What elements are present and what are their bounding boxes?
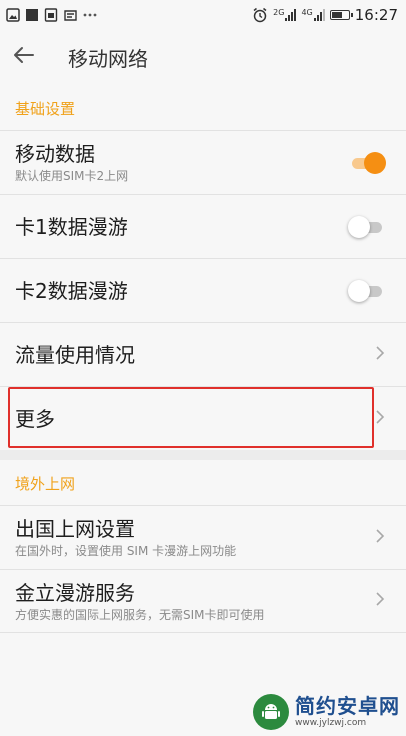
chevron-right-icon bbox=[374, 409, 386, 429]
sim-notification-icon bbox=[44, 8, 58, 22]
section-separator bbox=[0, 450, 406, 460]
signal-sim1-icon: 2G bbox=[273, 8, 297, 21]
section-header-overseas: 境外上网 bbox=[15, 474, 76, 493]
image-notification-icon bbox=[6, 8, 20, 22]
network-type-2: 4G bbox=[301, 8, 313, 17]
roaming-service-row[interactable]: 金立漫游服务 方便实惠的国际上网服务，无需SIM卡即可使用 bbox=[0, 569, 406, 633]
mobile-data-row[interactable]: 移动数据 默认使用SIM卡2上网 bbox=[0, 130, 406, 194]
battery-icon bbox=[329, 10, 353, 20]
overseas-settings-subtitle: 在国外时，设置使用 SIM 卡漫游上网功能 bbox=[15, 544, 237, 558]
android-logo-icon bbox=[253, 694, 289, 730]
square-notification-icon bbox=[26, 9, 38, 21]
site-watermark: 简约安卓网 www.jylzwj.com bbox=[253, 694, 400, 730]
roaming-service-label: 金立漫游服务 bbox=[15, 580, 135, 605]
roaming-service-subtitle: 方便实惠的国际上网服务，无需SIM卡即可使用 bbox=[15, 607, 265, 622]
mail-notification-icon bbox=[64, 9, 77, 22]
overseas-settings-label: 出国上网设置 bbox=[15, 517, 135, 541]
more-notifications-icon bbox=[83, 12, 97, 18]
watermark-url: www.jylzwj.com bbox=[295, 718, 367, 728]
page-title: 移动网络 bbox=[68, 46, 148, 71]
alarm-icon bbox=[252, 7, 268, 23]
section-header-basic: 基础设置 bbox=[15, 99, 76, 118]
chevron-right-icon bbox=[374, 345, 386, 365]
data-usage-row[interactable]: 流量使用情况 bbox=[0, 322, 406, 386]
card1-roaming-row[interactable]: 卡1数据漫游 bbox=[0, 194, 406, 258]
mobile-data-subtitle: 默认使用SIM卡2上网 bbox=[15, 169, 129, 183]
card1-roaming-label: 卡1数据漫游 bbox=[15, 214, 128, 239]
watermark-name: 简约安卓网 bbox=[295, 694, 400, 718]
card2-roaming-row[interactable]: 卡2数据漫游 bbox=[0, 258, 406, 322]
status-time: 16:27 bbox=[354, 6, 398, 24]
overseas-settings-row[interactable]: 出国上网设置 在国外时，设置使用 SIM 卡漫游上网功能 bbox=[0, 505, 406, 569]
status-bar: 2G 4G 16:27 bbox=[0, 0, 406, 30]
chevron-right-icon bbox=[374, 528, 386, 548]
card2-roaming-toggle[interactable] bbox=[348, 279, 386, 303]
title-bar: 移动网络 bbox=[0, 30, 406, 84]
mobile-data-toggle[interactable] bbox=[348, 151, 386, 175]
signal-sim2-icon: 4G bbox=[301, 8, 325, 21]
chevron-right-icon bbox=[374, 591, 386, 611]
mobile-data-label: 移动数据 bbox=[15, 142, 95, 166]
data-usage-label: 流量使用情况 bbox=[15, 342, 135, 367]
card2-roaming-label: 卡2数据漫游 bbox=[15, 278, 128, 303]
back-button[interactable] bbox=[0, 30, 46, 84]
highlight-box bbox=[8, 387, 374, 448]
arrow-left-icon bbox=[12, 46, 34, 68]
network-type-1: 2G bbox=[273, 8, 285, 17]
card1-roaming-toggle[interactable] bbox=[348, 215, 386, 239]
